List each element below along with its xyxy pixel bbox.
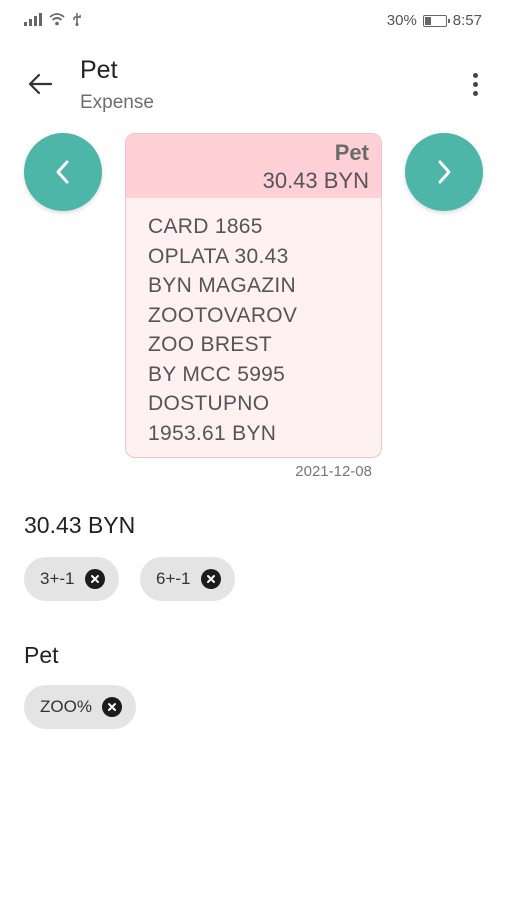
message-body: CARD 1865 OPLATA 30.43 BYN MAGAZIN ZOOTO… [148, 212, 371, 448]
message-amount: 30.43 BYN [262, 168, 369, 193]
chip-label: ZOO% [40, 697, 92, 716]
arrow-left-icon [28, 73, 53, 95]
amount-section-title: 30.43 BYN [24, 512, 136, 538]
category-section-title: Pet [24, 642, 59, 668]
chip-label: 6+-1 [156, 569, 191, 588]
battery-icon [422, 14, 450, 27]
page-subtitle: Expense [80, 92, 154, 113]
message-line: 1953.61 BYN [148, 421, 277, 445]
category-chip[interactable]: ZOO% [24, 685, 136, 729]
amount-chip[interactable]: 6+-1 [140, 557, 235, 601]
close-circle-icon[interactable] [200, 569, 221, 589]
back-button[interactable] [22, 66, 58, 102]
message-line: ZOO BREST [148, 333, 273, 356]
wifi-icon [49, 13, 65, 26]
battery-percent: 30% [386, 12, 417, 29]
clock: 8:57 [452, 12, 482, 29]
next-button[interactable] [405, 133, 483, 211]
chevron-left-icon [56, 160, 69, 184]
status-left [24, 12, 82, 26]
message-line: DOSTUPNO [148, 392, 270, 415]
app-bar: Pet Expense [0, 50, 506, 120]
message-line: OPLATA 30.43 [148, 244, 289, 268]
page-title: Pet [80, 56, 118, 84]
chevron-right-icon [438, 160, 451, 184]
close-circle-icon[interactable] [84, 569, 105, 589]
message-line: BYN MAGAZIN [148, 274, 296, 297]
more-options-button[interactable] [464, 66, 486, 102]
message-line: ZOOTOVAROV [148, 303, 298, 327]
message-line: CARD 1865 [148, 215, 263, 238]
close-circle-icon[interactable] [101, 697, 122, 717]
message-line: BY MCC 5995 [148, 362, 286, 386]
previous-button[interactable] [24, 133, 102, 211]
chip-label: 3+-1 [40, 569, 75, 588]
message-date: 2021-12-08 [295, 463, 372, 480]
message-header: Pet 30.43 BYN [126, 134, 381, 198]
amount-chip[interactable]: 3+-1 [24, 557, 119, 601]
usb-icon [73, 13, 81, 26]
message-category: Pet [334, 140, 369, 165]
signal-icon [24, 12, 42, 26]
status-bar: 30% 8:57 [0, 0, 506, 44]
more-vert-icon [472, 72, 478, 78]
sms-message-card: Pet 30.43 BYN CARD 1865 OPLATA 30.43 BYN… [125, 133, 382, 458]
status-right: 30% 8:57 [387, 12, 482, 29]
